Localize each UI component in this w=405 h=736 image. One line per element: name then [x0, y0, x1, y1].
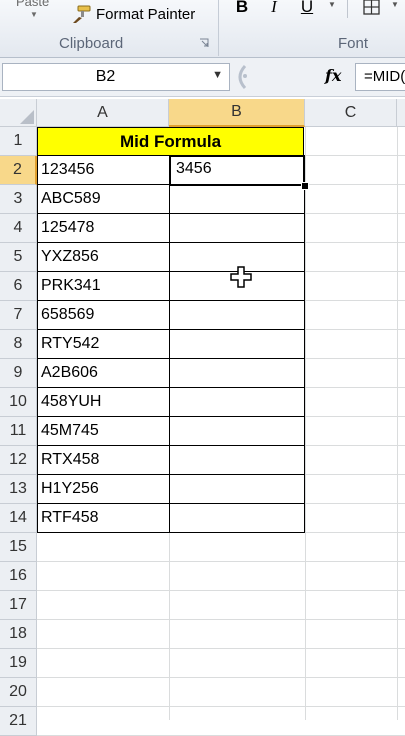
clipboard-group-label: Clipboard: [59, 35, 124, 52]
cell-a11[interactable]: 45M745: [37, 417, 170, 446]
gridline-row: [37, 648, 405, 649]
cell-b10[interactable]: [169, 388, 305, 417]
row-header-15[interactable]: 15: [0, 533, 37, 562]
gridline-row: [37, 677, 405, 678]
cell-a5[interactable]: YXZ856: [37, 243, 170, 272]
insert-function-button[interactable]: fx: [325, 66, 341, 85]
name-box-value: B2: [95, 68, 116, 85]
cell-a7[interactable]: 658569: [37, 301, 170, 330]
row-header-1[interactable]: 1: [0, 127, 37, 156]
row-header-12[interactable]: 12: [0, 446, 37, 475]
row-header-20[interactable]: 20: [0, 678, 37, 707]
cell-b12[interactable]: [169, 446, 305, 475]
cell-b9[interactable]: [169, 359, 305, 388]
paintbrush-icon: [73, 5, 91, 23]
borders-dropdown-icon[interactable]: ▼: [391, 0, 399, 9]
format-painter-button[interactable]: Format Painter: [70, 3, 195, 25]
cell-select-cursor-icon: [230, 266, 252, 288]
title-cell[interactable]: Mid Formula: [37, 127, 304, 156]
underline-button[interactable]: U: [298, 0, 316, 18]
cell-a13[interactable]: H1Y256: [37, 475, 170, 504]
row-header-5[interactable]: 5: [0, 243, 37, 272]
active-cell-b2[interactable]: 3456: [169, 155, 305, 186]
paste-dropdown-icon[interactable]: ▼: [30, 10, 38, 19]
cell-a9[interactable]: A2B606: [37, 359, 170, 388]
name-box-dropdown-icon[interactable]: ▼: [212, 69, 223, 81]
row-header-17[interactable]: 17: [0, 591, 37, 620]
formula-bar: B2 ▼ fx =MID(: [0, 58, 405, 97]
cell-a6[interactable]: PRK341: [37, 272, 170, 301]
cell-a10[interactable]: 458YUH: [37, 388, 170, 417]
name-box[interactable]: B2 ▼: [2, 63, 230, 91]
row-header-10[interactable]: 10: [0, 388, 37, 417]
row-header-6[interactable]: 6: [0, 272, 37, 301]
cell-b8[interactable]: [169, 330, 305, 359]
cell-b2-value: 3456: [176, 160, 212, 177]
formula-input[interactable]: =MID(: [355, 63, 405, 91]
cell-a14[interactable]: RTF458: [37, 504, 170, 533]
ribbon: Paste ▼ Format Painter Clipboard B I U ▼…: [0, 0, 405, 58]
row-header-7[interactable]: 7: [0, 301, 37, 330]
row-header-18[interactable]: 18: [0, 620, 37, 649]
cell-a4[interactable]: 125478: [37, 214, 170, 243]
row-header-8[interactable]: 8: [0, 330, 37, 359]
fill-handle[interactable]: [301, 182, 309, 190]
row-header-11[interactable]: 11: [0, 417, 37, 446]
column-header-b[interactable]: B: [169, 99, 305, 127]
column-header-c[interactable]: C: [305, 99, 397, 127]
cell-b11[interactable]: [169, 417, 305, 446]
select-all-corner[interactable]: [0, 99, 37, 127]
column-header-a[interactable]: A: [37, 99, 169, 127]
cell-a12[interactable]: RTX458: [37, 446, 170, 475]
gridline-column: [397, 127, 398, 720]
dialog-launcher-icon[interactable]: [199, 38, 209, 48]
cell-a8[interactable]: RTY542: [37, 330, 170, 359]
borders-icon[interactable]: [362, 0, 382, 16]
cell-a3[interactable]: ABC589: [37, 185, 170, 214]
select-all-icon: [20, 110, 34, 124]
gridline-column: [305, 127, 306, 720]
row-header-2[interactable]: 2: [0, 156, 37, 185]
format-painter-label: Format Painter: [96, 5, 196, 23]
gridline-row: [37, 706, 405, 707]
toolbar-divider: [347, 0, 348, 18]
row-header-13[interactable]: 13: [0, 475, 37, 504]
underline-dropdown-icon[interactable]: ▼: [328, 0, 336, 9]
gridline-row: [37, 619, 405, 620]
formula-bar-resize-handle[interactable]: [231, 64, 251, 90]
paste-button[interactable]: Paste: [16, 0, 49, 9]
italic-button[interactable]: I: [266, 0, 282, 18]
ribbon-separator: [218, 0, 219, 56]
gridline-row: [37, 561, 405, 562]
cell-b13[interactable]: [169, 475, 305, 504]
cell-b4[interactable]: [169, 214, 305, 243]
font-group-label: Font: [338, 35, 369, 52]
row-header-14[interactable]: 14: [0, 504, 37, 533]
row-header-4[interactable]: 4: [0, 214, 37, 243]
cell-b14[interactable]: [169, 504, 305, 533]
row-header-9[interactable]: 9: [0, 359, 37, 388]
row-header-16[interactable]: 16: [0, 562, 37, 591]
column-header-d-partial: [397, 99, 405, 127]
gridline-row: [37, 590, 405, 591]
row-header-21[interactable]: 21: [0, 707, 37, 736]
row-header-3[interactable]: 3: [0, 185, 37, 214]
bold-button[interactable]: B: [233, 0, 251, 18]
row-header-19[interactable]: 19: [0, 649, 37, 678]
cell-b3[interactable]: [169, 185, 305, 214]
cell-a2[interactable]: 123456: [37, 156, 170, 185]
cell-b7[interactable]: [169, 301, 305, 330]
